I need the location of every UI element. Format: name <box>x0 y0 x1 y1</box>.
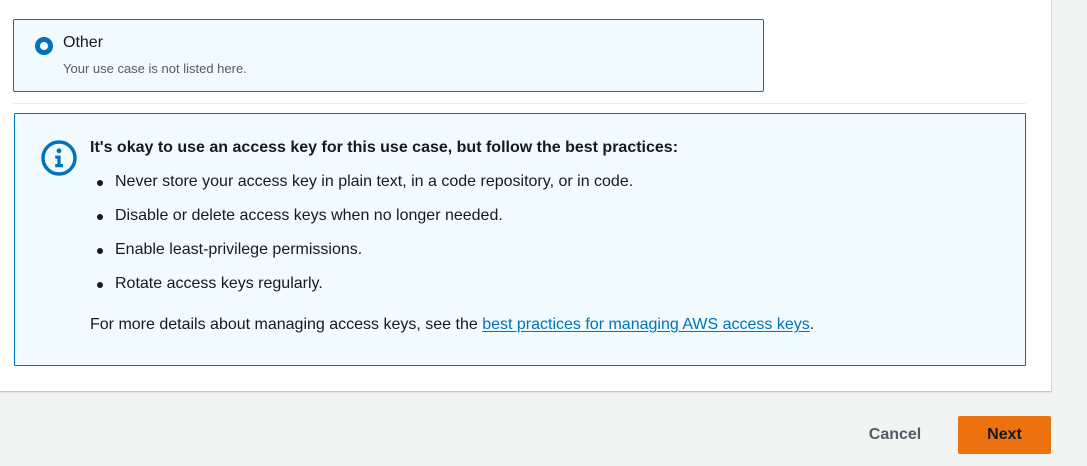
radio-selected-dot <box>40 42 48 50</box>
list-item: Disable or delete access keys when no lo… <box>96 204 633 238</box>
more-details-suffix: . <box>809 316 815 333</box>
best-practices-link[interactable]: best practices for managing AWS access k… <box>482 316 810 333</box>
option-description: Your use case is not listed here. <box>63 61 247 76</box>
best-practices-list: Never store your access key in plain tex… <box>90 170 633 306</box>
more-details-prefix: For more details about managing access k… <box>90 316 483 333</box>
radio-button-selected[interactable] <box>35 37 53 55</box>
info-title: It's okay to use an access key for this … <box>90 139 679 156</box>
list-item: Rotate access keys regularly. <box>96 272 633 306</box>
cancel-button[interactable]: Cancel <box>852 417 938 453</box>
option-label: Other <box>63 34 104 51</box>
info-circle-icon <box>41 140 77 176</box>
list-item: Never store your access key in plain tex… <box>96 170 633 204</box>
use-case-option-other[interactable]: Other Your use case is not listed here. <box>13 19 764 92</box>
next-button[interactable]: Next <box>958 416 1051 454</box>
divider <box>13 103 1026 104</box>
more-details-text: For more details about managing access k… <box>90 313 814 337</box>
list-item: Enable least-privilege permissions. <box>96 238 633 272</box>
info-alert: It's okay to use an access key for this … <box>14 113 1026 366</box>
use-case-panel: Other Your use case is not listed here. … <box>0 0 1052 392</box>
